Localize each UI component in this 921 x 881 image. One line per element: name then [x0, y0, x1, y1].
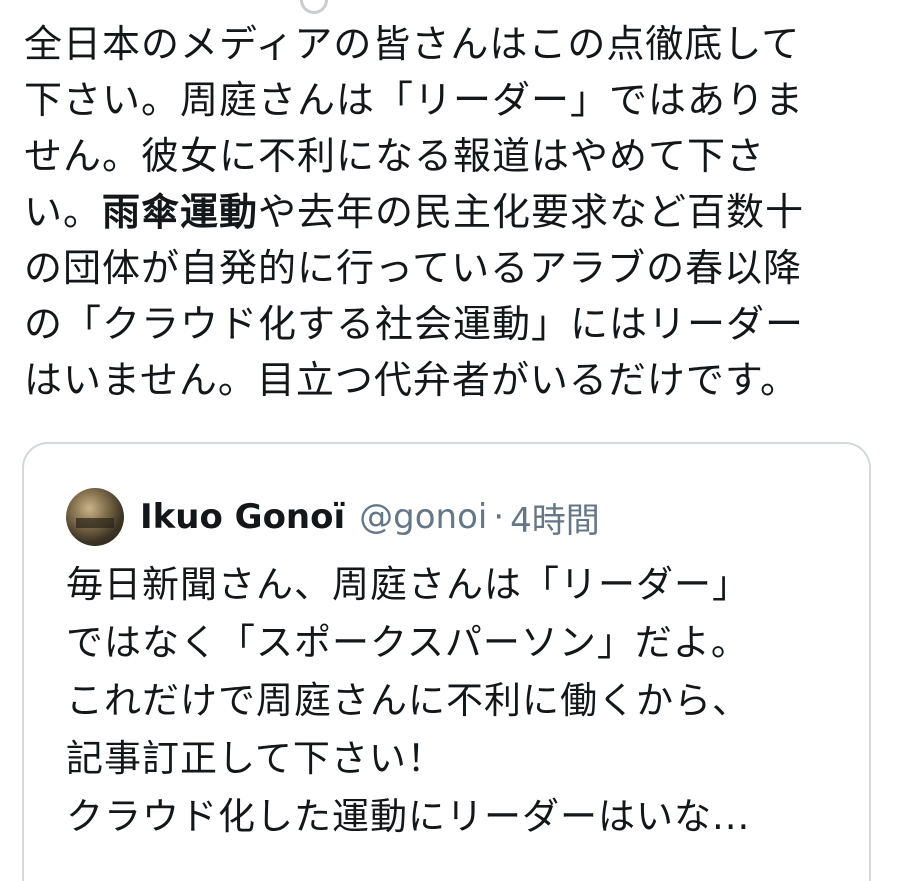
tweet-line: の「クラウド化する社会運動」にはリーダー	[24, 302, 805, 346]
quoted-line: ではなく「スポークスパーソン」だよ。	[66, 621, 749, 664]
quoted-line: 毎日新聞さん、周庭さんは「リーダー」	[66, 563, 750, 606]
quoted-line: クラウド化した運動にリーダーはいな...	[66, 795, 751, 838]
tweet-line: はいません。目立つ代弁者がいるだけです。	[24, 358, 800, 402]
quoted-tweet-body: 毎日新聞さん、周庭さんは「リーダー」 ではなく「スポークスパーソン」だよ。 これ…	[66, 556, 856, 846]
author-name[interactable]: Ikuo Gonoï	[140, 497, 345, 537]
tweet-line: 下さい。周庭さんは「リーダー」ではありま	[24, 78, 805, 122]
author-handle[interactable]: @gonoi	[359, 497, 487, 537]
separator-dot: ·	[493, 497, 505, 537]
hashtag-link[interactable]: 雨傘運動	[102, 190, 258, 234]
tweet-line: せん。彼女に不利になる報道はやめて下さ	[24, 134, 766, 178]
tweet-line: の団体が自発的に行っているアラブの春以降	[24, 246, 803, 290]
quoted-line: これだけで周庭さんに不利に働くから、	[66, 679, 750, 722]
timestamp[interactable]: 4時間	[510, 493, 600, 542]
tweet-line: 全日本のメディアの皆さんはこの点徹底して	[24, 22, 801, 66]
tweet-line-start: い。	[24, 190, 103, 234]
tweet-line: い。雨傘運動や去年の民主化要求など百数十	[24, 184, 904, 240]
avatar[interactable]	[66, 488, 124, 546]
tweet-body: 全日本のメディアの皆さんはこの点徹底して 下さい。周庭さんは「リーダー」ではあり…	[24, 16, 904, 408]
clipped-icon	[300, 0, 328, 14]
quoted-line: 記事訂正して下さい！	[66, 737, 445, 780]
quoted-tweet-header: Ikuo Gonoï @gonoi · 4時間	[66, 488, 600, 546]
tweet-line-rest: や去年の民主化要求など百数十	[258, 190, 805, 234]
quoted-tweet-card[interactable]: Ikuo Gonoï @gonoi · 4時間 毎日新聞さん、周庭さんは「リーダ…	[22, 442, 871, 881]
